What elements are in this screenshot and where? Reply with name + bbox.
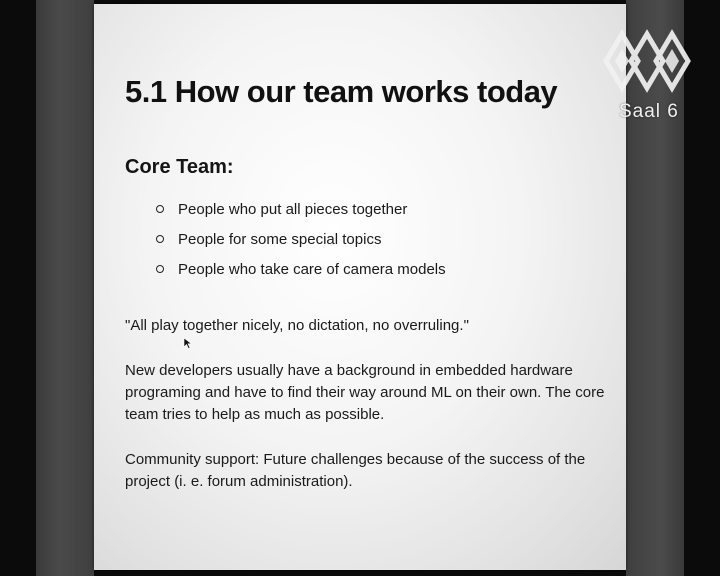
presentation-slide: 5.1 How our team works today Core Team: … [94, 4, 626, 570]
community-paragraph: Community support: Future challenges bec… [125, 451, 586, 490]
bullet-text: People who put all pieces together [178, 200, 408, 218]
ccc-cube-logo-icon [603, 29, 691, 93]
bullet-item: People who put all pieces together [156, 194, 446, 224]
bullet-text: People for some special topics [178, 230, 382, 248]
slide-title: 5.1 How our team works today [125, 74, 558, 109]
bullet-item: People who take care of camera models [156, 254, 446, 284]
circle-bullet-icon [156, 205, 164, 213]
video-frame-left [36, 0, 94, 576]
quote-text: "All play together nicely, no dictation,… [125, 317, 469, 334]
circle-bullet-icon [156, 265, 164, 273]
circle-bullet-icon [156, 235, 164, 243]
bullet-text: People who take care of camera models [178, 260, 446, 278]
developers-paragraph: New developers usually have a background… [125, 362, 605, 423]
bullet-item: People for some special topics [156, 224, 446, 254]
section-heading-core-team: Core Team: [125, 156, 234, 178]
core-team-bullet-list: People who put all pieces together Peopl… [156, 194, 446, 284]
channel-label: Saal 6 [619, 101, 679, 122]
mouse-pointer-icon [183, 337, 193, 349]
